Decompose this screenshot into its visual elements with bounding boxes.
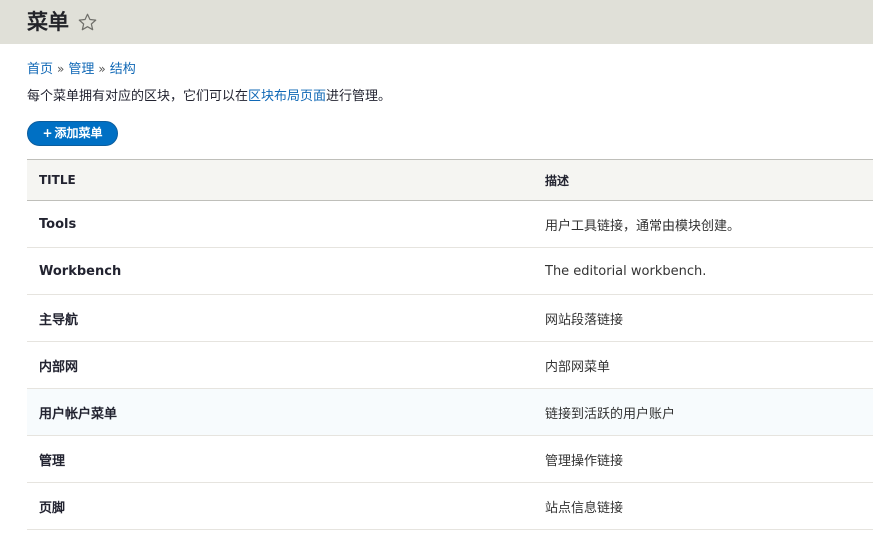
table-row: 页脚 站点信息链接 (27, 482, 873, 530)
add-menu-label: 添加菜单 (54, 126, 103, 140)
table-row: 内部网 内部网菜单 (27, 341, 873, 389)
column-header-description: 描述 (533, 159, 873, 201)
menu-description: 链接到活跃的用户账户 (533, 388, 873, 436)
description-text-before: 每个菜单拥有对应的区块，它们可以在 (27, 89, 249, 104)
menu-title[interactable]: Tools (27, 200, 533, 248)
menu-title[interactable]: 内部网 (27, 341, 533, 389)
menu-description: 网站段落链接 (533, 294, 873, 342)
breadcrumb-home-link[interactable]: 首页 (27, 62, 53, 77)
menus-table: TITLE 描述 Tools 用户工具链接，通常由模块创建。 Workbench… (27, 159, 873, 530)
menu-title[interactable]: 页脚 (27, 482, 533, 530)
breadcrumb-separator: » (98, 62, 106, 76)
menu-title[interactable]: 用户帐户菜单 (27, 388, 533, 436)
description-text-after: 进行管理。 (326, 89, 392, 104)
breadcrumb-separator: » (57, 62, 65, 76)
add-menu-button[interactable]: + 添加菜单 (27, 121, 118, 146)
table-row: 主导航 网站段落链接 (27, 294, 873, 342)
page-description: 每个菜单拥有对应的区块，它们可以在区块布局页面进行管理。 (27, 88, 391, 106)
menu-description: The editorial workbench. (533, 247, 873, 295)
menu-description: 内部网菜单 (533, 341, 873, 389)
breadcrumb-admin-link[interactable]: 管理 (68, 62, 94, 77)
table-row: 管理 管理操作链接 (27, 435, 873, 483)
table-row: Tools 用户工具链接，通常由模块创建。 (27, 200, 873, 248)
menu-title[interactable]: Workbench (27, 247, 533, 295)
table-header-row: TITLE 描述 (27, 159, 873, 201)
plus-icon: + (42, 126, 53, 140)
menu-description: 管理操作链接 (533, 435, 873, 483)
breadcrumb: 首页» 管理» 结构 (27, 60, 136, 78)
star-icon[interactable] (77, 12, 98, 33)
menu-title[interactable]: 主导航 (27, 294, 533, 342)
block-layout-link[interactable]: 区块布局页面 (248, 89, 326, 104)
table-row: Workbench The editorial workbench. (27, 247, 873, 295)
breadcrumb-structure-link[interactable]: 结构 (110, 62, 136, 77)
menu-title[interactable]: 管理 (27, 435, 533, 483)
menu-description: 用户工具链接，通常由模块创建。 (533, 200, 873, 248)
menu-description: 站点信息链接 (533, 482, 873, 530)
page-title: 菜单 (27, 10, 69, 34)
column-header-title[interactable]: TITLE (27, 159, 533, 201)
table-row: 用户帐户菜单 链接到活跃的用户账户 (27, 388, 873, 436)
page-header: 菜单 (0, 0, 873, 44)
